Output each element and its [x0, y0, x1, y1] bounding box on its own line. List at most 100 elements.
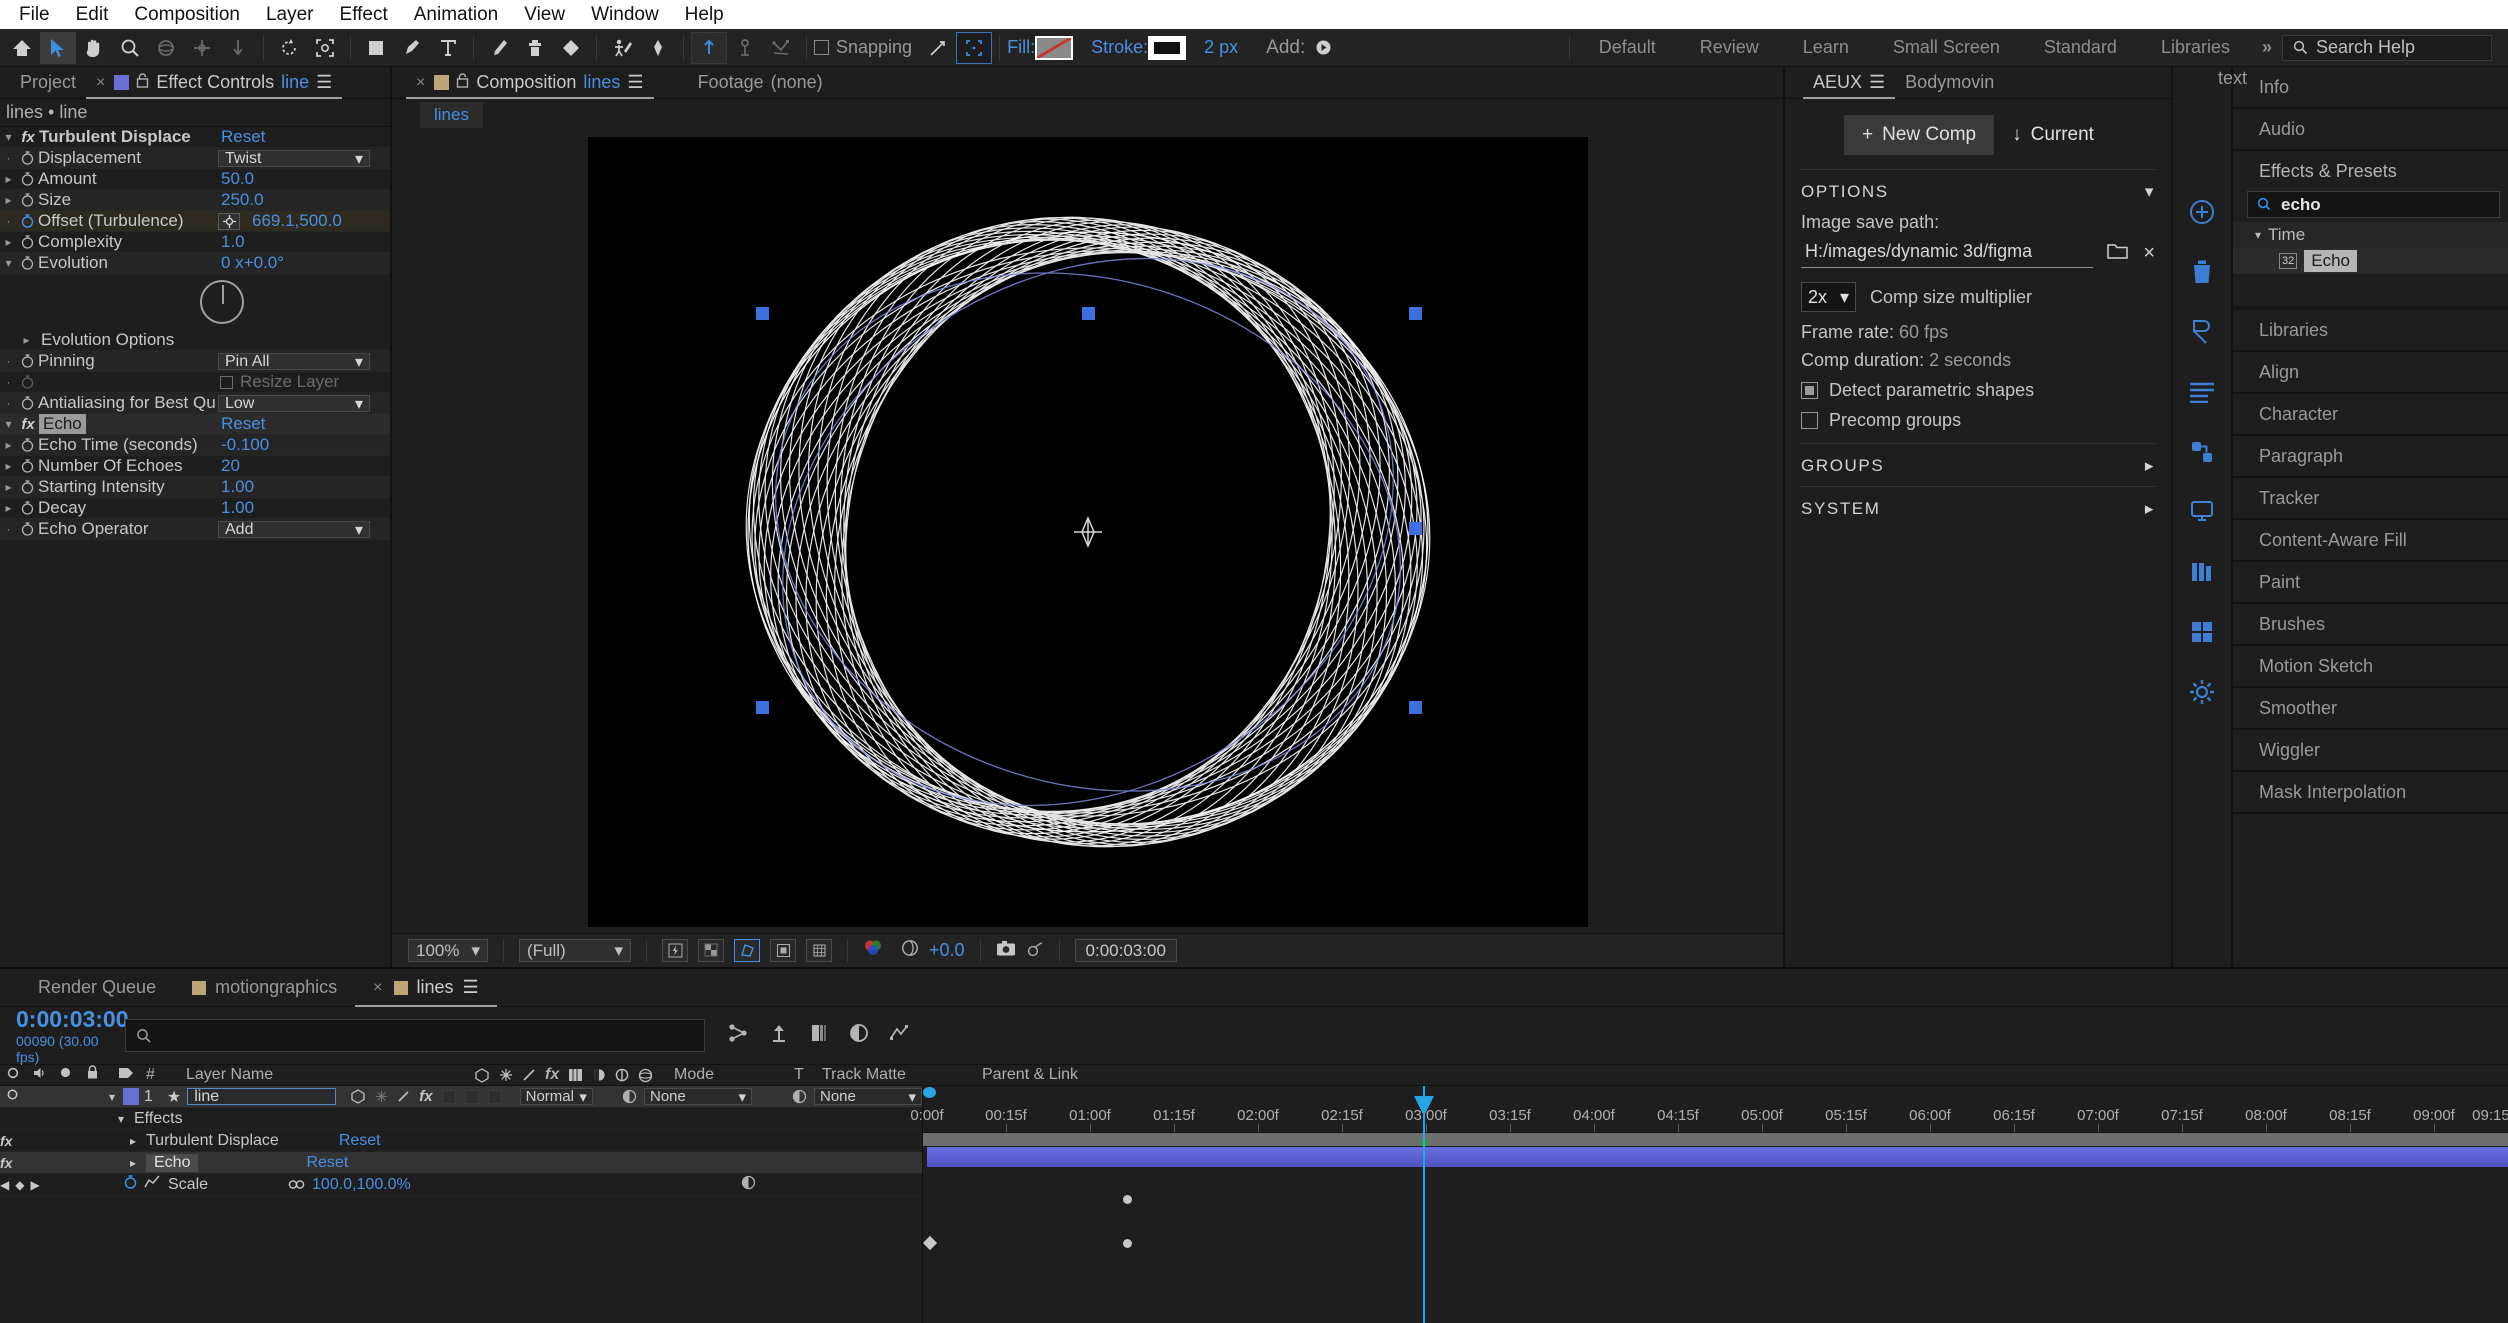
brush-tool-icon[interactable] [481, 32, 517, 64]
panel-align[interactable]: Align [2233, 352, 2508, 394]
comp-duration-value[interactable]: 2 [1929, 350, 1939, 370]
keyframe-marker[interactable] [922, 1235, 938, 1251]
stopwatch-icon[interactable] [17, 151, 38, 165]
panel-audio[interactable]: Audio [2233, 109, 2508, 151]
property-size[interactable]: ▸ Size 250.0 [0, 190, 390, 211]
timeline-search-input[interactable] [125, 1019, 705, 1052]
chevron-down-icon[interactable]: ▾ [0, 130, 17, 144]
roto-brush-tool-icon[interactable] [307, 32, 343, 64]
settings-gear-icon[interactable] [2185, 677, 2219, 707]
stopwatch-active-icon[interactable] [17, 214, 38, 228]
snapping-toggle[interactable]: Snapping [814, 37, 912, 58]
panel-wiggler[interactable]: Wiggler [2233, 730, 2508, 772]
graph-editor-icon[interactable] [849, 1023, 869, 1049]
show-snapshot-icon[interactable] [1026, 940, 1044, 962]
stopwatch-icon[interactable] [17, 354, 38, 368]
menu-item-view[interactable]: View [511, 0, 578, 29]
property-value[interactable]: 250.0 [221, 190, 264, 210]
eraser-tool-icon[interactable] [553, 32, 589, 64]
list-panel-icon[interactable] [2185, 377, 2219, 407]
mask-path-icon[interactable] [763, 32, 799, 64]
panel-tracker[interactable]: Tracker [2233, 478, 2508, 520]
layer-duration-bar[interactable] [927, 1147, 2508, 1167]
track-matte-select[interactable]: None ▾ [644, 1088, 752, 1106]
stopwatch-icon[interactable] [17, 396, 38, 410]
options-section-header[interactable]: OPTIONS ▾ [1801, 169, 2155, 212]
libraries-icon[interactable] [2185, 557, 2219, 587]
menu-item-file[interactable]: File [6, 0, 63, 29]
effect-reset-link[interactable]: Reset [221, 127, 265, 147]
folder-icon[interactable] [2107, 242, 2129, 266]
system-section-header[interactable]: SYSTEM ▸ [1801, 486, 2155, 529]
dolly-tool-icon[interactable] [220, 32, 256, 64]
brainstorm-icon[interactable] [889, 1023, 909, 1049]
align-up-icon[interactable] [691, 31, 727, 64]
property-pinning[interactable]: · Pinning Pin All ▾ [0, 351, 390, 372]
chevron-down-icon[interactable]: ▾ [0, 256, 17, 270]
flowchart-comp-chip[interactable]: lines [420, 102, 483, 128]
timeline-graph[interactable]: 0:00f 00:15f 01:00f 01:15f 02:00f 02:15f… [910, 1086, 2508, 1323]
composition-canvas[interactable] [587, 137, 1588, 927]
list-item[interactable]: fx ▸ Turbulent Displace Reset [0, 1130, 922, 1152]
panel-paint[interactable]: Paint [2233, 562, 2508, 604]
row-value[interactable]: Reset [339, 1132, 381, 1150]
stopwatch-icon[interactable] [17, 501, 38, 515]
add-comp-icon[interactable] [2185, 197, 2219, 227]
zoom-tool-icon[interactable] [112, 32, 148, 64]
clear-path-icon[interactable]: × [2143, 242, 2155, 265]
table-row[interactable]: ▾ 1 ★ line fx Normal ▾ None ▾ None ▾ [0, 1086, 922, 1108]
next-keyframe-icon[interactable]: ▶ [30, 1178, 39, 1192]
snap-bounds-icon[interactable] [956, 31, 993, 64]
snapping-checkbox[interactable] [814, 40, 829, 55]
grid-guides-icon[interactable] [806, 939, 832, 962]
fill-swatch[interactable] [1035, 35, 1074, 60]
list-item[interactable]: ◀ ◆ ▶ Scale 100.0,100.0% [0, 1174, 922, 1196]
effects-group-time[interactable]: ▾ Time [2233, 222, 2508, 248]
panel-smoother[interactable]: Smoother [2233, 688, 2508, 730]
selection-tool-icon[interactable] [40, 31, 76, 64]
stopwatch-icon[interactable] [17, 522, 38, 536]
orbit-tool-icon[interactable] [148, 32, 184, 64]
stopwatch-icon[interactable] [17, 193, 38, 207]
zoom-level-select[interactable]: 100% ▾ [408, 939, 488, 962]
stopwatch-icon[interactable] [17, 438, 38, 452]
panel-content-aware-fill[interactable]: Content-Aware Fill [2233, 520, 2508, 562]
tab-composition[interactable]: × Composition lines ☰ [406, 67, 654, 99]
panel-paragraph[interactable]: Paragraph [2233, 436, 2508, 478]
property-value[interactable]: 20 [221, 456, 240, 476]
property-value[interactable]: 1.0 [221, 232, 245, 252]
chevron-right-icon[interactable]: ▸ [2145, 499, 2155, 519]
resolution-select[interactable]: (Full) ▾ [519, 939, 631, 962]
workspace-overflow-icon[interactable]: » [2252, 37, 2282, 58]
property-echo-time[interactable]: ▸ Echo Time (seconds) -0.100 [0, 435, 390, 456]
property-value[interactable]: -0.100 [221, 435, 269, 455]
echo-operator-dropdown[interactable]: Add ▾ [218, 521, 370, 539]
effects-switch-icon[interactable]: fx [419, 1088, 432, 1105]
list-item[interactable]: fx ▸ Echo Reset [0, 1152, 922, 1174]
menu-item-effect[interactable]: Effect [327, 0, 401, 29]
property-starting-intensity[interactable]: ▸ Starting Intensity 1.00 [0, 477, 390, 498]
workspace-review[interactable]: Review [1678, 37, 1781, 58]
property-decay[interactable]: ▸ Decay 1.00 [0, 498, 390, 519]
work-area-bar[interactable] [923, 1133, 2508, 1146]
property-displacement[interactable]: · Displacement Twist ▾ [0, 148, 390, 169]
property-value[interactable]: 50.0 [221, 169, 254, 189]
tab-project[interactable]: Project [10, 67, 86, 99]
chevron-right-icon[interactable]: ▸ [0, 438, 17, 452]
current-button[interactable]: ↓ Current [1994, 115, 2112, 155]
menu-item-window[interactable]: Window [578, 0, 672, 29]
work-area-start-handle[interactable] [923, 1087, 936, 1098]
keyframe-marker[interactable] [1123, 1195, 1132, 1204]
graph-editor-icon[interactable] [144, 1175, 168, 1194]
property-amount[interactable]: ▸ Amount 50.0 [0, 169, 390, 190]
chevron-right-icon[interactable]: ▸ [0, 459, 17, 473]
property-evolution[interactable]: ▾ Evolution 0 x+0.0° [0, 253, 390, 274]
detect-parametric-checkbox[interactable] [1801, 382, 1818, 399]
effect-header-echo[interactable]: ▾ fx Echo Reset [0, 414, 390, 435]
row-value[interactable]: 100.0,100.0% [312, 1176, 411, 1194]
workspace-standard[interactable]: Standard [2022, 37, 2139, 58]
rotation-tool-icon[interactable] [271, 32, 307, 64]
puppet-pin-tool-icon[interactable] [604, 32, 640, 64]
precomp-groups-checkbox[interactable] [1801, 412, 1818, 429]
keyframe-navigator[interactable]: ◀ ◆ ▶ [0, 1178, 56, 1192]
